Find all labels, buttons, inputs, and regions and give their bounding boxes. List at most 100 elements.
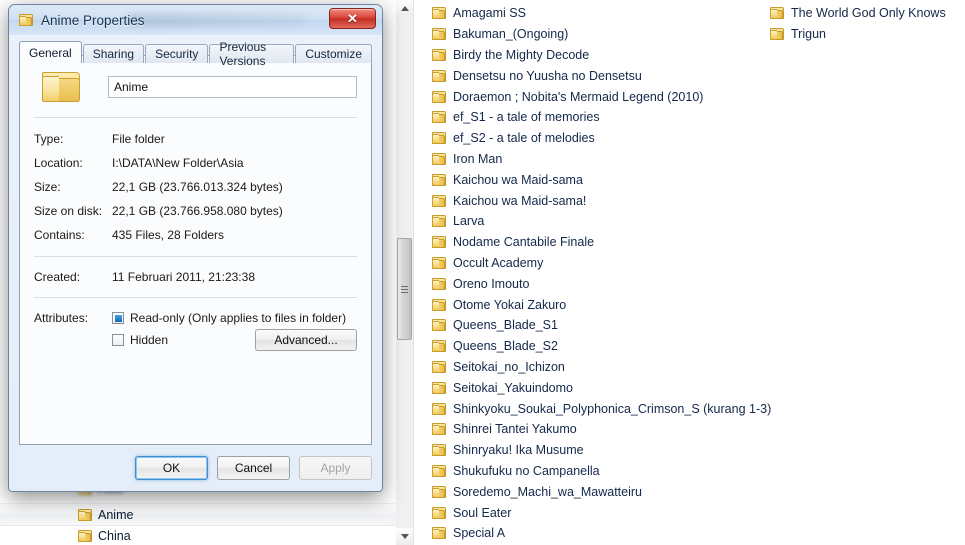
dialog-footer: OK Cancel Apply <box>19 455 372 481</box>
list-item[interactable]: Shukufuku no Campanella <box>432 461 772 482</box>
ok-button[interactable]: OK <box>135 456 208 480</box>
scroll-up-icon[interactable] <box>396 0 413 17</box>
list-item-label: Amagami SS <box>453 6 526 21</box>
folder-icon <box>432 215 446 228</box>
close-icon[interactable]: ✕ <box>329 8 376 29</box>
list-item-label: Birdy the Mighty Decode <box>453 47 590 62</box>
list-item-label: Shinkyoku_Soukai_Polyphonica_Crimson_S (… <box>453 401 772 416</box>
attributes-label: Attributes: <box>34 311 89 325</box>
list-item-label: Seitokai_Yakuindomo <box>453 380 573 395</box>
folder-icon <box>78 508 92 521</box>
list-item[interactable]: Shinryaku! Ika Musume <box>432 440 772 461</box>
list-item[interactable]: Kaichou wa Maid-sama! <box>432 190 772 211</box>
scroll-down-icon[interactable] <box>396 528 413 545</box>
close-glyph: ✕ <box>347 10 358 26</box>
cancel-button[interactable]: Cancel <box>217 456 290 480</box>
folder-name-row: Anime <box>20 56 371 104</box>
tree-item[interactable]: Anime <box>0 503 396 526</box>
list-item[interactable]: Larva <box>432 211 772 232</box>
list-item-label: Kaichou wa Maid-sama <box>453 172 583 187</box>
list-item[interactable]: Soul Eater <box>432 502 772 523</box>
cancel-button-label: Cancel <box>234 461 273 475</box>
tab-security[interactable]: Security <box>145 44 209 63</box>
list-item[interactable]: Special A <box>432 523 772 544</box>
property-row: Size: 22,1 GB (23.766.013.324 bytes) <box>34 175 357 199</box>
property-value: I:\DATA\New Folder\Asia <box>112 156 244 170</box>
list-item-label: Densetsu no Yuusha no Densetsu <box>453 68 642 83</box>
list-item[interactable]: Queens_Blade_S2 <box>432 336 772 357</box>
list-item[interactable]: Kaichou wa Maid-sama <box>432 169 772 190</box>
list-item-label: Shinrei Tantei Yakumo <box>453 422 577 437</box>
property-value: 22,1 GB (23.766.013.324 bytes) <box>112 180 283 194</box>
property-key: Size: <box>34 180 61 194</box>
list-item[interactable]: Iron Man <box>432 149 772 170</box>
properties-dialog[interactable]: Anime Properties ✕ General Sharing Securit… <box>8 4 383 492</box>
tab-general[interactable]: General <box>19 41 82 63</box>
list-item-label: Trigun <box>791 27 826 42</box>
advanced-button[interactable]: Advanced... <box>255 329 357 351</box>
folder-icon <box>432 423 446 436</box>
scrollbar-thumb[interactable] <box>397 238 412 340</box>
list-item-label: Shinryaku! Ika Musume <box>453 443 584 458</box>
folder-name-input[interactable]: Anime <box>108 76 357 98</box>
list-item[interactable]: Queens_Blade_S1 <box>432 315 772 336</box>
attributes-block: Attributes: Read-only (Only applies to f… <box>20 298 371 351</box>
folder-icon <box>432 444 446 457</box>
property-value: File folder <box>112 132 165 146</box>
folder-icon <box>432 69 446 82</box>
list-item[interactable]: Bakuman_(Ongoing) <box>432 24 772 45</box>
list-item-label: Occult Academy <box>453 255 544 270</box>
list-item-label: Soredemo_Machi_wa_Mawatteiru <box>453 484 642 499</box>
property-value: 22,1 GB (23.766.958.080 bytes) <box>112 204 283 218</box>
list-item[interactable]: Oreno Imouto <box>432 273 772 294</box>
tree-item[interactable]: China <box>0 525 396 545</box>
dialog-title: Anime Properties <box>41 12 145 28</box>
large-folder-icon <box>42 70 82 104</box>
list-item[interactable]: Seitokai_no_Ichizon <box>432 357 772 378</box>
list-item[interactable]: ef_S1 - a tale of memories <box>432 107 772 128</box>
list-item[interactable]: Seitokai_Yakuindomo <box>432 377 772 398</box>
tab-label: Security <box>155 47 199 61</box>
folder-icon <box>432 506 446 519</box>
tab-sharing[interactable]: Sharing <box>82 44 145 63</box>
list-item[interactable]: Doraemon ; Nobita's Mermaid Legend (2010… <box>432 86 772 107</box>
property-key: Created: <box>34 270 81 284</box>
list-item[interactable]: Densetsu no Yuusha no Densetsu <box>432 65 772 86</box>
list-item-label: The World God Only Knows <box>791 6 946 21</box>
folder-icon <box>78 529 92 542</box>
tab-label: Sharing <box>92 47 135 61</box>
list-item-label: Larva <box>453 214 485 229</box>
list-item[interactable]: Otome Yokai Zakuro <box>432 294 772 315</box>
property-value: 11 Februari 2011, 21:23:38 <box>112 270 255 284</box>
list-item[interactable]: The World God Only Knows <box>770 3 965 24</box>
list-item-label: Seitokai_no_Ichizon <box>453 359 565 374</box>
property-row: Size on disk: 22,1 GB (23.766.958.080 byt… <box>34 199 357 223</box>
ok-button-label: OK <box>162 461 181 475</box>
tab-customize[interactable]: Customize <box>295 44 372 63</box>
property-key: Type: <box>34 132 64 146</box>
list-item[interactable]: Nodame Cantabile Finale <box>432 232 772 253</box>
tab-previous-versions[interactable]: Previous Versions <box>209 40 295 68</box>
tab-label: Customize <box>305 47 362 61</box>
navigation-scrollbar[interactable] <box>396 0 414 545</box>
folder-icon <box>19 14 33 26</box>
list-item[interactable]: Soredemo_Machi_wa_Mawatteiru <box>432 481 772 502</box>
readonly-checkbox[interactable] <box>112 312 124 324</box>
list-item[interactable]: Shinkyoku_Soukai_Polyphonica_Crimson_S (… <box>432 398 772 419</box>
list-item[interactable]: ef_S2 - a tale of melodies <box>432 128 772 149</box>
list-item[interactable]: Trigun <box>770 24 965 45</box>
list-item[interactable]: Occult Academy <box>432 253 772 274</box>
hidden-checkbox[interactable] <box>112 334 124 346</box>
file-list-pane[interactable]: Amagami SS Bakuman_(Ongoing) Birdy the Mig… <box>420 0 965 545</box>
list-item[interactable]: Shinrei Tantei Yakumo <box>432 419 772 440</box>
folder-icon <box>432 319 446 332</box>
tree-item-label: Anime <box>98 507 134 522</box>
explorer-window: AsiaAnimeChina Amagami SSBakuman_(Ongoin… <box>0 0 965 545</box>
list-item[interactable]: Birdy the Mighty Decode <box>432 45 772 66</box>
dialog-titlebar[interactable]: Anime Properties ✕ <box>9 5 382 35</box>
list-item[interactable]: Amagami SS <box>432 3 772 24</box>
folder-icon <box>432 28 446 41</box>
list-item-label: Queens_Blade_S2 <box>453 339 558 354</box>
folder-icon <box>432 381 446 394</box>
dialog-tabstrip[interactable]: General Sharing Security Previous Versions C… <box>19 40 372 68</box>
